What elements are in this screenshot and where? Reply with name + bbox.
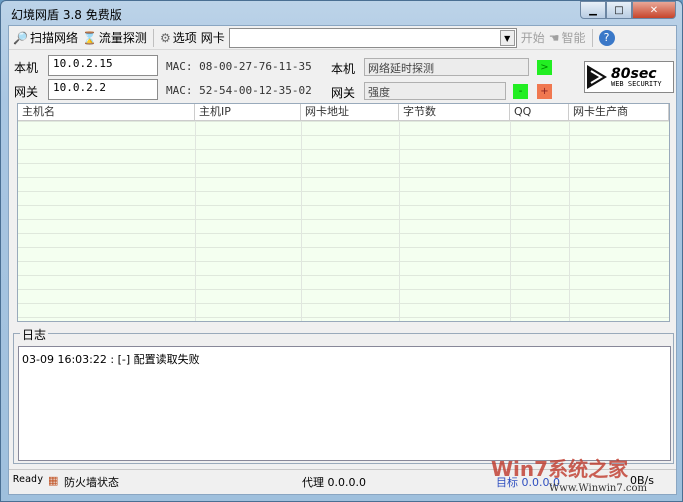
probe-gateway-label: 网关 bbox=[331, 86, 356, 100]
smart-button[interactable]: ☚ 智能 bbox=[549, 29, 586, 46]
col-hostname[interactable]: 主机名 bbox=[18, 104, 195, 120]
col-divider bbox=[510, 121, 511, 321]
col-divider bbox=[195, 121, 196, 321]
gateway-mac: MAC: 52-54-00-12-35-02 bbox=[166, 84, 312, 97]
scan-network-button[interactable]: 🔎 扫描网络 bbox=[13, 29, 78, 46]
magnifier-icon: 🔎 bbox=[13, 30, 28, 45]
chevron-down-icon[interactable]: ▼ bbox=[499, 29, 515, 46]
window-title: 幻境网盾 3.8 免费版 bbox=[11, 8, 122, 22]
maximize-button[interactable]: □ bbox=[606, 1, 632, 19]
col-divider bbox=[569, 121, 570, 321]
separator bbox=[152, 28, 154, 47]
hosts-table[interactable]: 主机名 主机IP 网卡地址 字节数 QQ 网卡生产商 bbox=[17, 103, 670, 322]
log-title: 日志 bbox=[20, 326, 49, 343]
col-qq[interactable]: QQ bbox=[510, 104, 569, 120]
col-host-ip[interactable]: 主机IP bbox=[195, 104, 301, 120]
latency-probe-field[interactable]: 网络延时探测 bbox=[364, 58, 529, 76]
log-line: 03-09 16:03:22 : [-] 配置读取失败 bbox=[22, 353, 200, 366]
col-vendor[interactable]: 网卡生产商 bbox=[569, 104, 669, 120]
scan-label: 扫描网络 bbox=[29, 31, 78, 45]
col-mac[interactable]: 网卡地址 bbox=[301, 104, 399, 120]
smart-icon: ☚ bbox=[548, 30, 560, 45]
go-button[interactable]: > bbox=[537, 60, 552, 75]
gateway-label: 网关 bbox=[14, 85, 39, 99]
options-button[interactable]: ⚙ 选项 bbox=[160, 29, 197, 46]
smart-label: 智能 bbox=[561, 31, 586, 45]
close-button[interactable]: ✕ bbox=[632, 1, 676, 19]
watermark-url: Www.Winwin7.com bbox=[549, 483, 647, 494]
log-textarea[interactable]: 03-09 16:03:22 : [-] 配置读取失败 bbox=[18, 346, 671, 461]
ready-status: Ready bbox=[13, 474, 44, 485]
log-group: 日志 03-09 16:03:22 : [-] 配置读取失败 bbox=[13, 326, 674, 464]
logo-subtext: WEB SECURITY bbox=[611, 79, 662, 88]
gear-icon: ⚙ bbox=[159, 30, 171, 45]
start-label: 开始 bbox=[520, 31, 545, 45]
nic-label: 网卡 bbox=[200, 31, 225, 45]
watermark-brand: Win7系统之家 bbox=[491, 457, 629, 481]
help-icon: ? bbox=[598, 29, 615, 46]
local-mac: MAC: 08-00-27-76-11-35 bbox=[166, 60, 312, 73]
traffic-probe-button[interactable]: ⌛ 流量探测 bbox=[82, 29, 147, 46]
logo-mark-icon bbox=[587, 65, 607, 89]
col-divider bbox=[669, 121, 670, 321]
increase-button[interactable]: + bbox=[537, 84, 552, 99]
firewall-icon: ▦ bbox=[48, 474, 59, 487]
local-ip-input[interactable]: 10.0.2.15 bbox=[48, 55, 158, 76]
traffic-label: 流量探测 bbox=[98, 31, 147, 45]
table-grid bbox=[18, 121, 669, 321]
nic-select[interactable]: ▼ bbox=[228, 27, 517, 48]
probe-local-label: 本机 bbox=[331, 62, 356, 76]
window-frame: 幻境网盾 3.8 免费版 ▁ □ ✕ 🔎 扫描网络 ⌛ 流量探测 ⚙ 选项 网卡 ▼ … bbox=[0, 0, 683, 502]
table-header: 主机名 主机IP 网卡地址 字节数 QQ 网卡生产商 bbox=[18, 104, 669, 121]
options-label: 选项 bbox=[172, 31, 197, 45]
hourglass-icon: ⌛ bbox=[81, 30, 97, 45]
separator bbox=[591, 28, 593, 47]
strength-field[interactable]: 强度 bbox=[364, 82, 506, 100]
minimize-button[interactable]: ▁ bbox=[580, 1, 606, 19]
help-button[interactable]: ? bbox=[598, 29, 615, 46]
proxy-status: 代理 0.0.0.0 bbox=[302, 476, 366, 489]
logo-text: 80sec bbox=[611, 65, 657, 82]
col-bytes[interactable]: 字节数 bbox=[399, 104, 510, 120]
toolbar: 🔎 扫描网络 ⌛ 流量探测 ⚙ 选项 网卡 ▼ 开始 ☚ 智能 ? bbox=[9, 26, 676, 50]
col-divider bbox=[301, 121, 302, 321]
col-divider bbox=[399, 121, 400, 321]
80sec-logo: 80sec WEB SECURITY bbox=[584, 61, 674, 93]
decrease-button[interactable]: - bbox=[513, 84, 528, 99]
start-button[interactable]: 开始 bbox=[521, 29, 545, 46]
gateway-ip-input[interactable]: 10.0.2.2 bbox=[48, 79, 158, 100]
firewall-status[interactable]: 防火墙状态 bbox=[64, 474, 119, 490]
client-area: 🔎 扫描网络 ⌛ 流量探测 ⚙ 选项 网卡 ▼ 开始 ☚ 智能 ? 本机 10.0.2.… bbox=[8, 25, 677, 495]
local-label: 本机 bbox=[14, 61, 39, 75]
